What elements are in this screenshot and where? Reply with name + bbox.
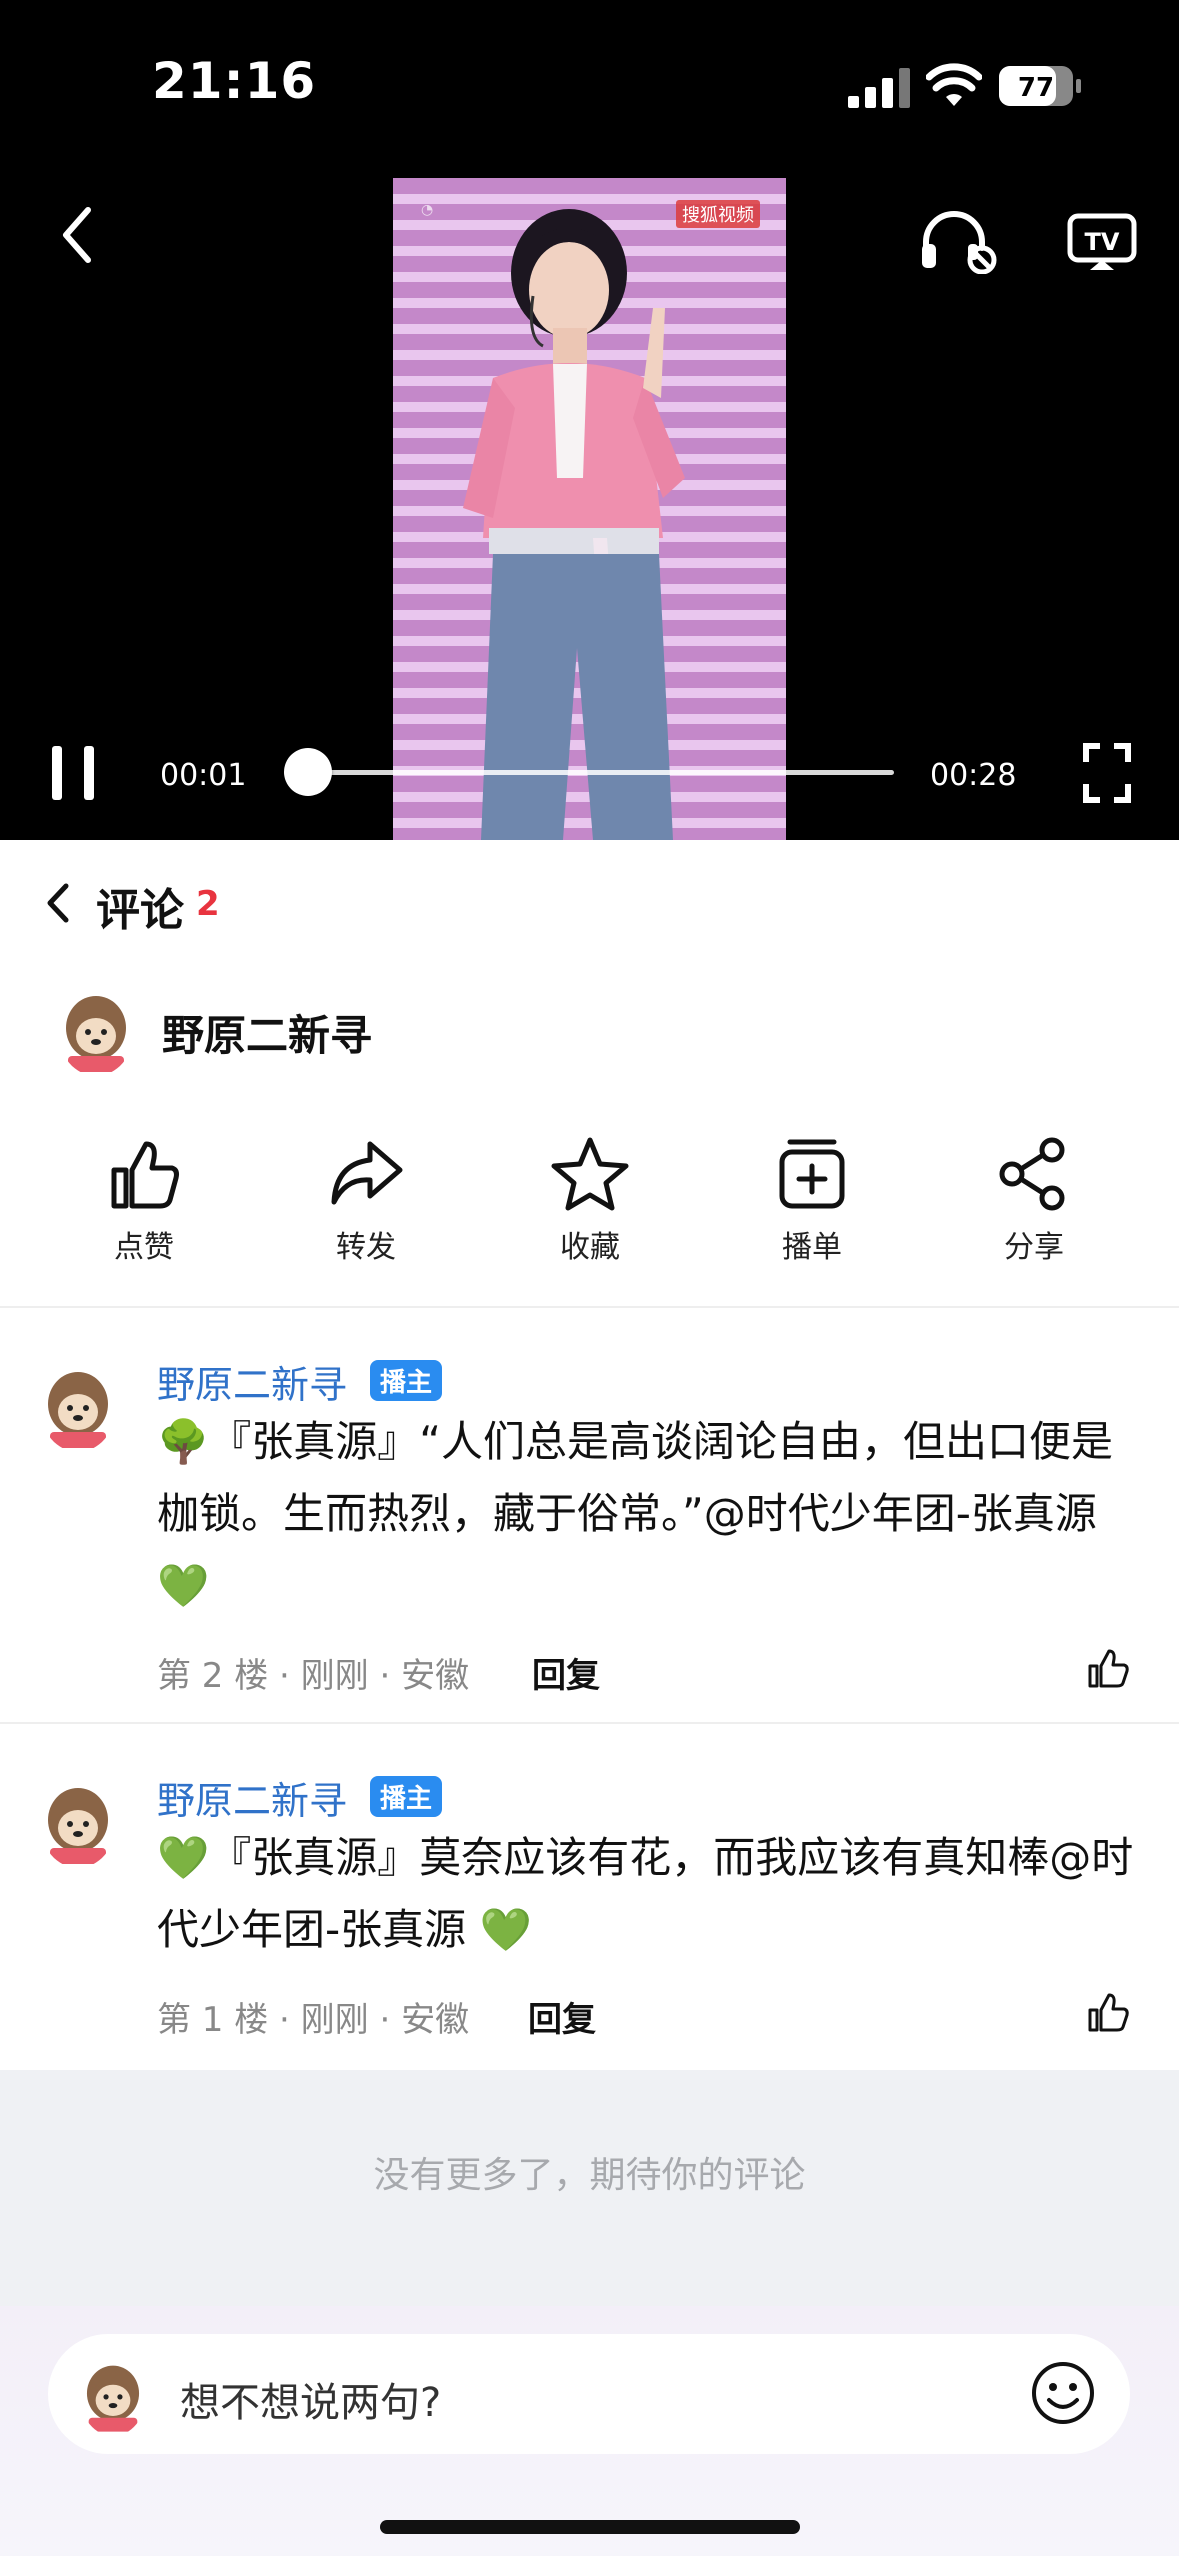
author-avatar[interactable] [58, 986, 134, 1076]
emoji-icon[interactable] [1030, 2360, 1096, 2426]
like-icon [111, 1141, 179, 1209]
reply-button[interactable]: 回复 [532, 1648, 600, 1697]
comment-text: 💚『张真源』莫奈应该有花，而我应该有真知棒@时代少年团-张真源 💚 [157, 1833, 1134, 1954]
home-indicator [380, 2520, 800, 2534]
owner-badge: 播主 [370, 1360, 443, 1401]
favorite-button[interactable]: 收藏 [520, 1120, 660, 1270]
wifi-icon [926, 63, 982, 106]
my-avatar [80, 2356, 146, 2436]
comment-author[interactable]: 野原二新寻 [157, 1770, 347, 1825]
author-name[interactable]: 野原二新寻 [162, 1002, 372, 1063]
forward-label: 转发 [336, 1230, 396, 1265]
signal-icon [848, 68, 910, 108]
back-icon[interactable] [48, 200, 108, 270]
star-icon [551, 1137, 629, 1211]
video-frame[interactable]: ◔ 搜狐视频 [393, 178, 786, 840]
forward-icon [331, 1141, 403, 1205]
share-label: 分享 [1004, 1230, 1064, 1265]
video-watermark-logo: ◔ [421, 202, 434, 218]
like-label: 点赞 [114, 1230, 174, 1265]
comments-count: 2 [196, 884, 220, 924]
end-of-list: 没有更多了，期待你的评论 [0, 2070, 1179, 2306]
headphone-icon[interactable] [918, 208, 1000, 274]
progress-knob[interactable] [284, 748, 333, 796]
comment-item[interactable]: 野原二新寻 播主 🌳『张真源』“人们总是高谈阔论自由，但出口便是枷锁。生而热烈，… [0, 1306, 1179, 1722]
playlist-button[interactable]: 播单 [742, 1120, 882, 1270]
favorite-label: 收藏 [560, 1230, 620, 1265]
forward-button[interactable]: 转发 [296, 1120, 436, 1270]
battery-icon: 77 [999, 66, 1081, 106]
comments-header: 评论 2 [0, 840, 1179, 960]
comment-item[interactable]: 野原二新寻 播主 💚『张真源』莫奈应该有花，而我应该有真知棒@时代少年团-张真源… [0, 1722, 1179, 2070]
video-player[interactable]: 21:16 77 ◔ 搜狐视频 TV 00:01 00:28 [0, 0, 1179, 840]
comment-meta: 第 2 楼 · 刚刚 · 安徽 [157, 1656, 470, 1696]
author-row[interactable]: 野原二新寻 [0, 960, 1179, 1100]
comment-like-icon[interactable] [1086, 1990, 1130, 2034]
comment-input-bar: 想不想说两句? [0, 2306, 1179, 2556]
status-bar: 21:16 77 [0, 0, 1179, 150]
current-time: 00:01 [160, 758, 247, 793]
comment-text: 🌳『张真源』“人们总是高谈阔论自由，但出口便是枷锁。生而热烈，藏于俗常。”@时代… [157, 1417, 1114, 1610]
comment-avatar[interactable] [40, 1778, 116, 1868]
tv-cast-icon[interactable]: TV [1066, 212, 1138, 274]
performer-image [463, 209, 685, 840]
owner-badge: 播主 [370, 1776, 443, 1817]
comment-meta: 第 1 楼 · 刚刚 · 安徽 [157, 2000, 470, 2040]
comment-input[interactable]: 想不想说两句? [48, 2334, 1130, 2454]
reply-button[interactable]: 回复 [528, 1992, 596, 2041]
status-time: 21:16 [152, 52, 317, 110]
action-bar: 点赞 转发 收藏 播单 分享 [0, 1120, 1179, 1270]
collapse-back-icon[interactable] [40, 878, 76, 928]
comments-title: 评论 [96, 885, 184, 936]
share-button[interactable]: 分享 [964, 1120, 1104, 1270]
total-time: 00:28 [930, 758, 1017, 793]
pause-icon[interactable] [48, 742, 100, 804]
progress-slider[interactable] [284, 748, 894, 796]
share-icon [999, 1137, 1065, 1211]
fullscreen-icon[interactable] [1082, 742, 1132, 804]
no-more-text: 没有更多了，期待你的评论 [373, 2155, 806, 2196]
svg-text:TV: TV [1085, 228, 1120, 256]
playlist-add-icon [779, 1139, 845, 1209]
playlist-label: 播单 [782, 1230, 842, 1265]
comment-like-icon[interactable] [1086, 1646, 1130, 1690]
like-button[interactable]: 点赞 [74, 1120, 214, 1270]
comment-author[interactable]: 野原二新寻 [157, 1354, 347, 1409]
video-source-badge: 搜狐视频 [676, 200, 760, 228]
input-placeholder: 想不想说两句? [180, 2380, 442, 2426]
comment-avatar[interactable] [40, 1362, 116, 1452]
battery-level: 77 [1018, 73, 1054, 103]
